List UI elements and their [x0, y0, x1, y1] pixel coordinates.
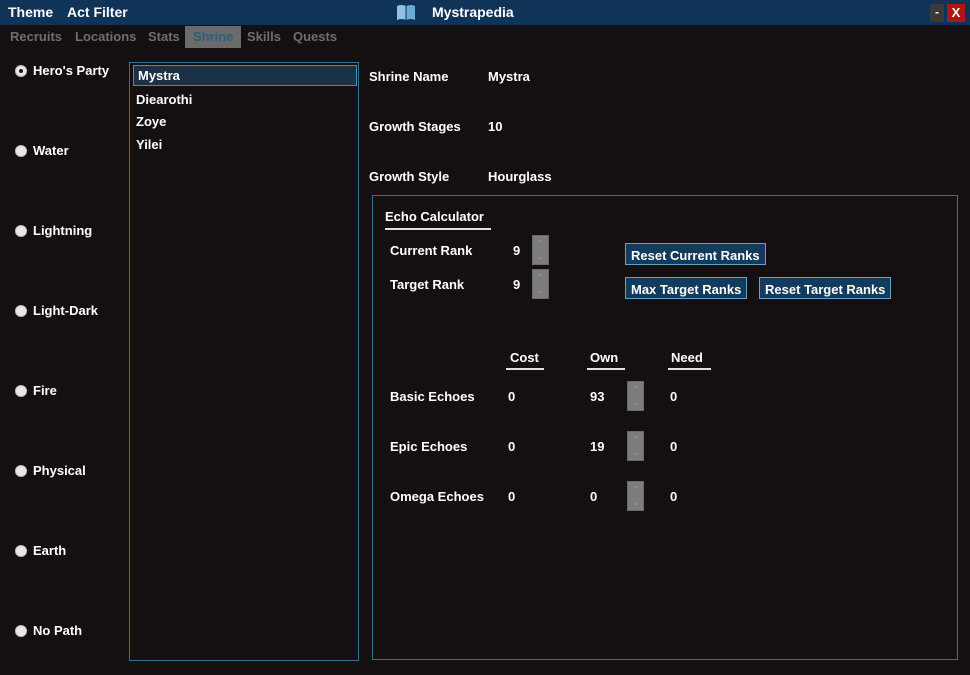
- chevron-down-icon[interactable]: ⌄: [628, 398, 643, 408]
- reset-target-ranks-button[interactable]: Reset Target Ranks: [759, 277, 892, 299]
- path-label: No Path: [33, 623, 83, 638]
- omega-echoes-cost: 0: [508, 489, 516, 504]
- chevron-down-icon[interactable]: ⌄: [533, 252, 548, 262]
- need-column-header: Need: [671, 350, 703, 365]
- omega-echoes-own[interactable]: 0: [590, 489, 597, 504]
- epic-echoes-cost: 0: [508, 439, 516, 454]
- title-bar: Theme Act Filter Mystrapedia - X: [0, 0, 970, 25]
- growth-stages-label: Growth Stages: [369, 119, 461, 134]
- chevron-up-icon[interactable]: ⌃: [628, 485, 643, 495]
- window-title: Mystrapedia: [432, 4, 514, 20]
- epic-echoes-own[interactable]: 19: [590, 439, 604, 454]
- epic-echoes-label: Epic Echoes: [390, 439, 468, 454]
- path-label: Lightning: [33, 223, 93, 238]
- path-label: Hero's Party: [33, 63, 110, 78]
- radio-button[interactable]: [15, 544, 27, 557]
- basic-echoes-stepper[interactable]: ⌃ ⌄: [627, 381, 644, 411]
- chevron-up-icon[interactable]: ⌃: [533, 273, 548, 283]
- chevron-up-icon[interactable]: ⌃: [533, 239, 548, 249]
- shrine-name-value: Mystra: [488, 69, 530, 84]
- path-option-heros-party[interactable]: Hero's Party: [15, 63, 109, 78]
- epic-echoes-need: 0: [670, 439, 678, 454]
- path-option-physical[interactable]: Physical: [15, 463, 86, 478]
- tab-shrine[interactable]: Shrine: [185, 26, 242, 48]
- target-rank-stepper[interactable]: ⌃ ⌄: [532, 269, 549, 299]
- book-icon: [397, 5, 415, 20]
- current-rank-label: Current Rank: [390, 243, 473, 258]
- cost-column-header: Cost: [510, 350, 539, 365]
- path-label: Fire: [33, 383, 57, 398]
- omega-echoes-need: 0: [670, 489, 678, 504]
- omega-echoes-label: Omega Echoes: [390, 489, 484, 504]
- echo-calculator-title: Echo Calculator: [385, 209, 484, 224]
- path-label: Light-Dark: [33, 303, 98, 318]
- chevron-down-icon[interactable]: ⌄: [628, 448, 643, 458]
- minimize-button[interactable]: -: [930, 4, 944, 22]
- list-item-mystra[interactable]: Mystra: [133, 65, 357, 86]
- basic-echoes-need: 0: [670, 389, 678, 404]
- menu-act-filter[interactable]: Act Filter: [67, 4, 128, 20]
- close-button[interactable]: X: [947, 4, 965, 22]
- radio-button[interactable]: [15, 464, 27, 477]
- title-underline: [385, 228, 491, 230]
- menu-theme[interactable]: Theme: [8, 4, 53, 20]
- cost-underline: [506, 368, 544, 370]
- tab-locations[interactable]: Locations: [67, 26, 144, 48]
- chevron-up-icon[interactable]: ⌃: [628, 435, 643, 445]
- path-label: Physical: [33, 463, 86, 478]
- path-option-water[interactable]: Water: [15, 143, 69, 158]
- path-option-fire[interactable]: Fire: [15, 383, 57, 398]
- shrine-list[interactable]: Mystra Diearothi Zoye Yilei: [129, 62, 359, 661]
- target-rank-value[interactable]: 9: [513, 277, 520, 292]
- path-option-earth[interactable]: Earth: [15, 543, 66, 558]
- own-column-header: Own: [590, 350, 619, 365]
- path-option-no-path[interactable]: No Path: [15, 623, 82, 638]
- basic-echoes-cost: 0: [508, 389, 516, 404]
- radio-button[interactable]: [15, 624, 27, 637]
- chevron-down-icon[interactable]: ⌄: [533, 286, 548, 296]
- radio-button[interactable]: [15, 384, 27, 397]
- max-target-ranks-button[interactable]: Max Target Ranks: [625, 277, 748, 299]
- current-rank-value[interactable]: 9: [513, 243, 520, 258]
- chevron-up-icon[interactable]: ⌃: [628, 385, 643, 395]
- basic-echoes-own[interactable]: 93: [590, 389, 604, 404]
- growth-style-label: Growth Style: [369, 169, 450, 184]
- chevron-down-icon[interactable]: ⌄: [628, 498, 643, 508]
- path-option-light-dark[interactable]: Light-Dark: [15, 303, 98, 318]
- need-underline: [668, 368, 711, 370]
- radio-button[interactable]: [15, 304, 27, 317]
- tab-quests[interactable]: Quests: [285, 26, 345, 48]
- omega-echoes-stepper[interactable]: ⌃ ⌄: [627, 481, 644, 511]
- tab-stats[interactable]: Stats: [140, 26, 188, 48]
- tab-recruits[interactable]: Recruits: [2, 26, 70, 48]
- path-label: Earth: [33, 543, 67, 558]
- radio-button[interactable]: [15, 64, 27, 77]
- shrine-name-label: Shrine Name: [369, 69, 449, 84]
- radio-button[interactable]: [15, 144, 27, 157]
- target-rank-label: Target Rank: [390, 277, 465, 292]
- basic-echoes-label: Basic Echoes: [390, 389, 475, 404]
- reset-current-ranks-button[interactable]: Reset Current Ranks: [625, 243, 766, 265]
- current-rank-stepper[interactable]: ⌃ ⌄: [532, 235, 549, 265]
- path-option-lightning[interactable]: Lightning: [15, 223, 92, 238]
- growth-style-value: Hourglass: [488, 169, 552, 184]
- list-item-yilei[interactable]: Yilei: [136, 137, 162, 152]
- radio-button[interactable]: [15, 224, 27, 237]
- list-item-zoye[interactable]: Zoye: [136, 114, 166, 129]
- own-underline: [587, 368, 625, 370]
- path-label: Water: [33, 143, 69, 158]
- growth-stages-value: 10: [488, 119, 503, 134]
- tab-skills[interactable]: Skills: [239, 26, 289, 48]
- list-item-diearothi[interactable]: Diearothi: [136, 92, 192, 107]
- epic-echoes-stepper[interactable]: ⌃ ⌄: [627, 431, 644, 461]
